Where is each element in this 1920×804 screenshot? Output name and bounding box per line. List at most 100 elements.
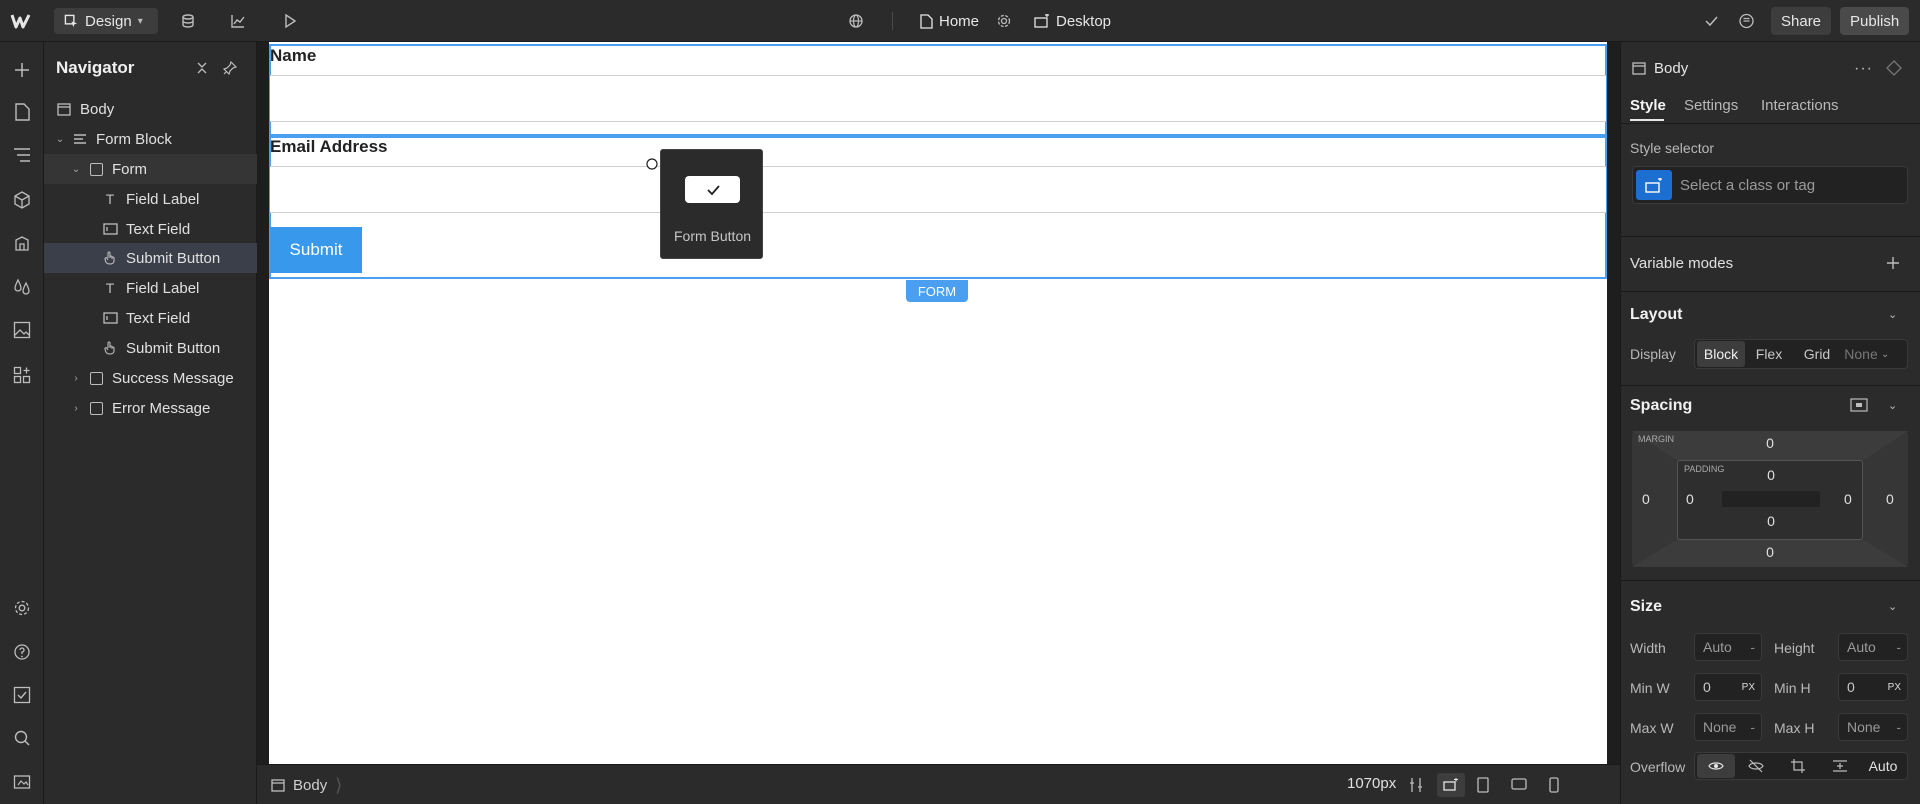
- style-manager-icon[interactable]: [9, 231, 35, 257]
- margin-bottom-value[interactable]: 0: [1632, 544, 1908, 560]
- component-icon[interactable]: [1886, 60, 1902, 76]
- display-none-option[interactable]: None: [1841, 346, 1881, 362]
- media-icon[interactable]: [9, 769, 35, 795]
- nav-item-field-label-2[interactable]: T Field Label: [44, 273, 257, 303]
- mode-dropdown[interactable]: Design ▾: [54, 8, 158, 34]
- width-adjust-icon[interactable]: [1409, 777, 1423, 793]
- collapse-all-icon[interactable]: [192, 58, 212, 78]
- variables-droplet-icon[interactable]: [9, 274, 35, 300]
- checkmark-icon[interactable]: [1703, 8, 1719, 34]
- nav-item-submit-button-2[interactable]: Submit Button: [44, 333, 257, 363]
- assets-image-icon[interactable]: [9, 317, 35, 343]
- page-selector[interactable]: Home: [920, 8, 979, 34]
- max-height-unit[interactable]: -: [1896, 719, 1901, 735]
- max-width-input[interactable]: None -: [1694, 713, 1762, 741]
- padding-right-value[interactable]: 0: [1844, 491, 1852, 507]
- nav-item-field-label[interactable]: T Field Label: [44, 184, 257, 214]
- min-width-unit[interactable]: PX: [1742, 682, 1755, 693]
- nav-item-body[interactable]: Body: [44, 94, 257, 124]
- tab-settings[interactable]: Settings: [1684, 97, 1738, 114]
- overflow-clip-icon[interactable]: [1819, 759, 1861, 773]
- comments-icon[interactable]: [1738, 8, 1755, 34]
- page-settings-gear-icon[interactable]: [996, 8, 1012, 34]
- overflow-auto-option[interactable]: Auto: [1861, 758, 1905, 774]
- layout-collapse-chevron-icon[interactable]: ⌄: [1888, 308, 1897, 321]
- display-flex-option[interactable]: Flex: [1745, 346, 1793, 362]
- spacing-collapse-chevron-icon[interactable]: ⌄: [1888, 399, 1897, 412]
- chevron-right-icon[interactable]: ›: [70, 373, 82, 384]
- padding-bottom-value[interactable]: 0: [1678, 513, 1864, 529]
- nav-item-submit-button[interactable]: Submit Button: [44, 243, 257, 273]
- audit-checkbox-icon[interactable]: [9, 682, 35, 708]
- components-icon[interactable]: [9, 187, 35, 213]
- analytics-icon[interactable]: [230, 8, 246, 34]
- margin-right-value[interactable]: 0: [1886, 491, 1894, 507]
- min-width-input[interactable]: 0 PX: [1694, 673, 1762, 701]
- help-icon[interactable]: [9, 639, 35, 665]
- padding-top-value[interactable]: 0: [1678, 467, 1864, 483]
- spacing-heading[interactable]: Spacing: [1630, 397, 1692, 415]
- email-text-field[interactable]: [270, 166, 1606, 213]
- globe-icon[interactable]: [848, 8, 864, 34]
- style-selector-input[interactable]: Select a class or tag: [1632, 166, 1908, 204]
- layout-heading[interactable]: Layout: [1630, 306, 1682, 324]
- navigator-icon[interactable]: [9, 142, 35, 168]
- overflow-scroll-crop-icon[interactable]: [1777, 759, 1819, 773]
- tablet-breakpoint-icon[interactable]: [1477, 777, 1489, 793]
- margin-left-value[interactable]: 0: [1642, 491, 1650, 507]
- margin-top-value[interactable]: 0: [1632, 435, 1908, 451]
- size-heading[interactable]: Size: [1630, 598, 1662, 616]
- tab-style[interactable]: Style: [1630, 97, 1666, 114]
- nav-item-text-field-2[interactable]: Text Field: [44, 303, 257, 333]
- cms-icon[interactable]: [180, 8, 196, 34]
- publish-button[interactable]: Publish: [1840, 7, 1910, 35]
- spacing-preset-icon[interactable]: [1850, 398, 1868, 412]
- pin-icon[interactable]: [220, 58, 240, 78]
- search-icon[interactable]: [9, 725, 35, 751]
- width-input[interactable]: Auto -: [1694, 633, 1762, 661]
- min-height-input[interactable]: 0 PX: [1838, 673, 1908, 701]
- webflow-logo-icon[interactable]: [10, 8, 34, 34]
- chevron-right-icon[interactable]: ›: [70, 403, 82, 414]
- breadcrumb-body[interactable]: Body: [293, 777, 327, 794]
- selector-tag-icon[interactable]: [1636, 170, 1672, 200]
- desktop-breakpoint-button[interactable]: [1437, 773, 1465, 797]
- nav-item-form-block[interactable]: ⌄ Form Block: [44, 124, 257, 154]
- submit-button[interactable]: Submit: [270, 227, 362, 273]
- height-unit[interactable]: -: [1896, 639, 1901, 655]
- preview-play-icon[interactable]: [282, 8, 298, 34]
- mobile-portrait-icon[interactable]: [1549, 777, 1559, 793]
- pages-icon[interactable]: [9, 99, 35, 125]
- tab-interactions[interactable]: Interactions: [1761, 97, 1839, 114]
- add-variable-mode-icon[interactable]: [1886, 256, 1900, 270]
- email-field-label[interactable]: Email Address: [270, 137, 387, 157]
- nav-item-form[interactable]: ⌄ Form: [44, 154, 257, 184]
- display-more-chevron-icon[interactable]: ⌄: [1881, 349, 1895, 360]
- more-options-icon[interactable]: ···: [1854, 60, 1873, 78]
- nav-item-error-message[interactable]: › Error Message: [44, 393, 257, 423]
- nav-item-success-message[interactable]: › Success Message: [44, 363, 257, 393]
- max-height-input[interactable]: None -: [1838, 713, 1908, 741]
- width-unit[interactable]: -: [1750, 639, 1755, 655]
- display-block-option[interactable]: Block: [1697, 341, 1745, 367]
- chevron-down-icon[interactable]: ⌄: [70, 164, 82, 175]
- chevron-down-icon[interactable]: ⌄: [54, 134, 66, 145]
- name-field-label[interactable]: Name: [270, 46, 316, 66]
- overflow-visible-eye-icon[interactable]: [1697, 754, 1735, 778]
- display-grid-option[interactable]: Grid: [1793, 346, 1841, 362]
- padding-left-value[interactable]: 0: [1686, 491, 1694, 507]
- share-button[interactable]: Share: [1771, 7, 1832, 35]
- name-text-field[interactable]: [270, 75, 1606, 122]
- breakpoint-selector[interactable]: Desktop: [1034, 8, 1111, 34]
- height-input[interactable]: Auto -: [1838, 633, 1908, 661]
- overflow-hidden-eye-off-icon[interactable]: [1735, 759, 1777, 773]
- settings-gear-icon[interactable]: [9, 595, 35, 621]
- mobile-landscape-icon[interactable]: [1511, 778, 1527, 790]
- breadcrumb[interactable]: Body ⟩: [271, 775, 342, 796]
- max-width-unit[interactable]: -: [1750, 719, 1755, 735]
- add-icon[interactable]: [9, 57, 35, 83]
- apps-icon[interactable]: [9, 362, 35, 388]
- nav-item-text-field[interactable]: Text Field: [44, 214, 257, 244]
- size-collapse-chevron-icon[interactable]: ⌄: [1888, 600, 1897, 613]
- min-height-unit[interactable]: PX: [1888, 682, 1901, 693]
